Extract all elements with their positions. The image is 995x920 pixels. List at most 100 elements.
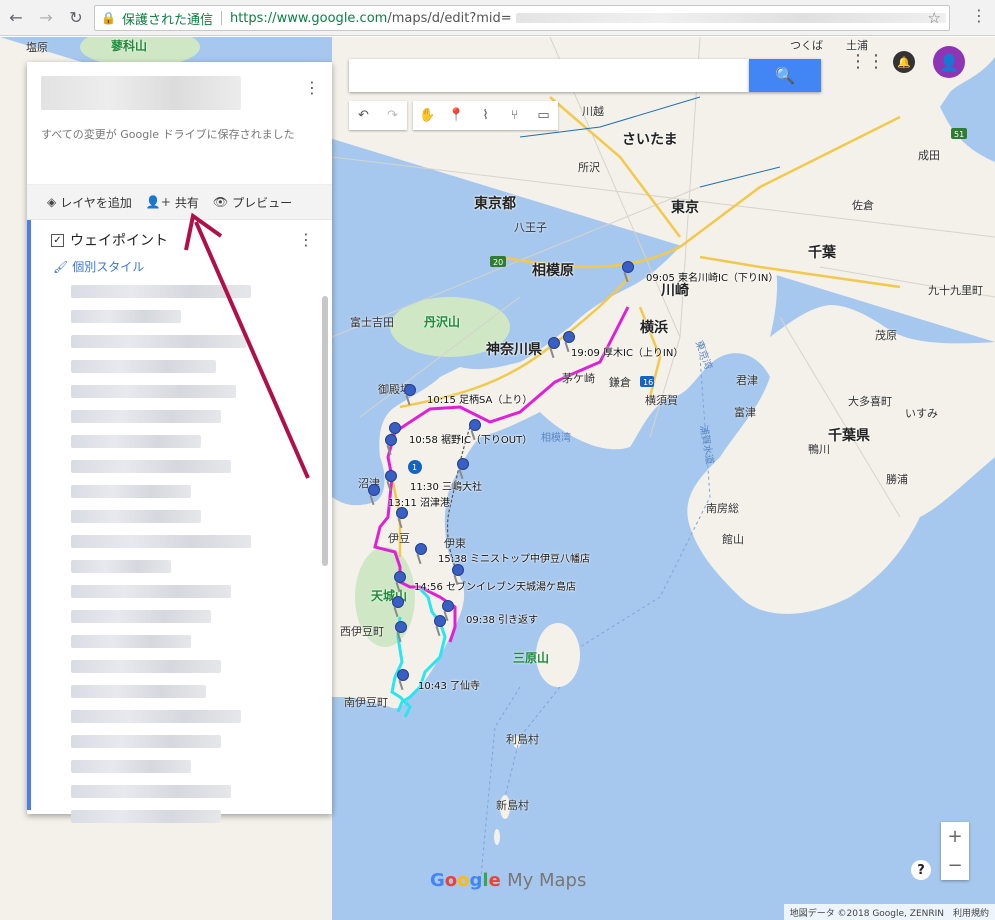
map-pin-icon[interactable] [402,384,418,406]
map-pin-icon[interactable] [455,458,471,480]
map-pin-icon[interactable] [383,470,399,492]
search-button[interactable]: 🔍 [749,59,821,92]
map-label-tokyo: 東京都 [474,196,516,212]
map-label-town: 八王子 [514,221,547,234]
individual-style-link[interactable]: 🖌 個別スタイル [53,258,332,275]
eye-icon: 👁 [212,195,229,209]
list-item[interactable] [71,785,231,798]
list-item[interactable] [71,660,221,673]
add-marker-icon[interactable]: 📍 [442,101,471,130]
list-item[interactable] [71,635,191,648]
map-label-mountain: 三原山 [513,651,550,665]
apps-grid-icon[interactable]: ⋮⋮ [849,51,885,72]
more-options-icon[interactable]: ⋮ [304,78,320,97]
list-item[interactable] [71,560,171,573]
preview-button[interactable]: 👁 プレビュー [213,194,292,211]
list-item[interactable] [71,435,201,448]
style-link-label: 個別スタイル [72,260,145,274]
list-item[interactable] [71,485,191,498]
map-label-town: 鎌倉 [609,376,631,389]
waypoint-label[interactable]: 15:38 ミニストップ中伊豆八幡店 [438,550,590,565]
draw-line-icon[interactable]: ⌇ [471,101,500,130]
list-item[interactable] [71,460,231,473]
list-item[interactable] [71,735,221,748]
secure-label: 保護された通信 [121,12,213,28]
waypoint-label[interactable]: 10:15 足柄SA（上り） [427,391,532,406]
map-pin-icon[interactable] [546,337,562,359]
browser-menu-icon[interactable]: ⋮ [971,6,987,25]
waypoint-label[interactable]: 10:43 了仙寺 [418,677,480,692]
undo-icon[interactable]: ↶ [349,101,378,130]
add-person-icon: 👤+ [145,195,171,209]
map-pin-icon[interactable] [392,571,408,593]
list-item[interactable] [71,610,211,623]
zoom-out-button[interactable]: − [941,851,969,880]
list-item[interactable] [71,385,236,398]
map-pin-icon[interactable] [432,615,448,637]
share-button[interactable]: 👤+ 共有 [146,194,199,211]
list-item[interactable] [71,585,231,598]
hand-icon[interactable]: ✋ [413,101,442,130]
list-item[interactable] [71,335,246,348]
list-item[interactable] [71,710,241,723]
layer-name[interactable]: ウェイポイント [70,230,168,250]
map-label-town: 大多喜町 [848,395,892,408]
map-pin-icon[interactable] [366,484,382,506]
map-pin-icon[interactable] [467,419,483,441]
add-layer-button[interactable]: ◈ レイヤを追加 [47,194,132,211]
map-label-town: 勝浦 [886,473,908,486]
map-pin-icon[interactable] [393,621,409,643]
list-item[interactable] [71,310,181,323]
list-item[interactable] [71,685,206,698]
bookmark-star-icon[interactable]: ☆ [928,9,941,27]
waypoint-label[interactable]: 09:38 引き返す [466,611,538,626]
layer-items-list [51,285,332,823]
back-arrow-icon[interactable]: ← [2,4,30,32]
svg-text:51: 51 [954,130,964,139]
ruler-icon[interactable]: ▭ [529,101,558,130]
map-label-town: 富士吉田 [350,316,394,329]
map-pin-icon[interactable] [383,434,399,456]
zoom-in-button[interactable]: + [941,822,969,851]
address-bar[interactable]: 🔒 保護された通信 https://www.google.com /maps/d… [94,5,950,31]
map-label-chibaken: 千葉県 [828,428,870,444]
list-item[interactable] [71,760,191,773]
map-label-town: 横須賀 [645,394,678,407]
panel-scrollbar[interactable] [322,296,328,566]
map-label-town: 伊東 [444,537,466,550]
map-label-kanagawa: 神奈川県 [486,342,542,358]
map-title-redacted[interactable] [41,76,241,110]
list-item[interactable] [71,510,201,523]
map-pin-icon[interactable] [390,596,406,618]
panel-header: すべての変更が Google ドライブに保存されました ⋮ [27,62,332,184]
help-icon[interactable]: ? [911,860,931,880]
waypoint-label[interactable]: 09:05 東名川崎IC（下りIN） [646,269,778,284]
layer-options-icon[interactable]: ⋮ [298,230,314,249]
forward-arrow-icon[interactable]: → [32,4,60,32]
layer-visibility-checkbox[interactable]: ✓ [51,233,64,247]
map-pin-icon[interactable] [394,507,410,529]
list-item[interactable] [71,360,216,373]
redo-icon[interactable]: ↷ [378,101,407,130]
map-pin-icon[interactable] [395,669,411,691]
list-item[interactable] [71,285,251,298]
waypoint-label[interactable]: 19:09 厚木IC（上りIN） [571,344,683,359]
notifications-bell-icon[interactable]: 🔔 [893,51,915,73]
map-label-town: 館山 [722,533,744,546]
list-item[interactable] [71,535,251,548]
waypoint-label[interactable]: 14:56 セブンイレブン天城湯ケ島店 [414,578,576,593]
search-input[interactable] [349,59,749,92]
map-pin-icon[interactable] [413,543,429,565]
account-avatar[interactable]: 👤 [933,46,965,78]
waypoint-label[interactable]: 11:30 三嶋大社 [410,478,482,493]
layers-icon: ◈ [47,195,57,209]
map-pin-icon[interactable] [450,564,466,586]
reload-icon[interactable]: ↻ [62,4,90,32]
map-pin-icon[interactable] [620,261,636,283]
map-label-town: いすみ [905,407,938,420]
list-item[interactable] [71,410,221,423]
directions-icon[interactable]: ⑂ [500,101,529,130]
map-label-town: つくば [790,39,823,52]
list-item[interactable] [71,810,221,823]
map-pin-icon[interactable] [561,331,577,353]
